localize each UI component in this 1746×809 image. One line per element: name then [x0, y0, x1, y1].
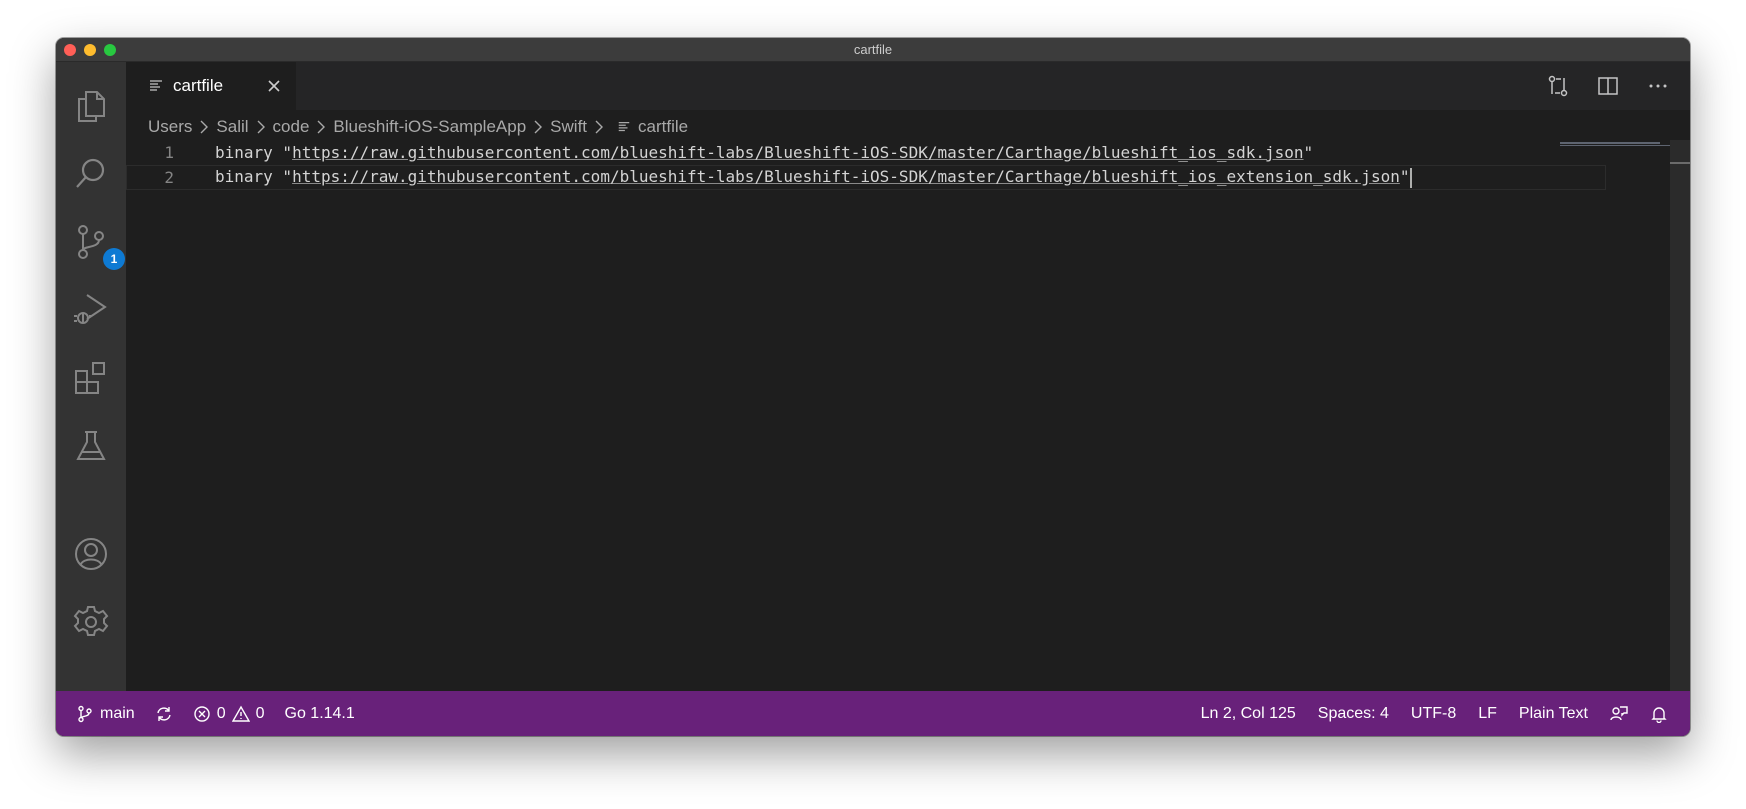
code-editor[interactable]: 1 binary "https://raw.githubusercontent.… — [126, 140, 1690, 190]
close-icon[interactable] — [264, 76, 284, 96]
go-version-label: Go 1.14.1 — [284, 704, 355, 722]
end-of-line[interactable]: LF — [1478, 705, 1497, 723]
code-suffix: " — [1399, 167, 1410, 187]
line-content: binary "https://raw.githubusercontent.co… — [215, 143, 1313, 162]
language-mode[interactable]: Plain Text — [1519, 705, 1588, 723]
scrollbar-thumb[interactable] — [1670, 162, 1690, 164]
activity-bar: 1 — [56, 62, 126, 691]
vertical-scrollbar[interactable] — [1670, 140, 1690, 691]
chevron-right-icon — [315, 120, 327, 134]
notifications-bell-icon[interactable] — [1650, 705, 1668, 723]
testing-button[interactable] — [69, 424, 113, 468]
error-icon — [193, 705, 210, 722]
warning-count: 0 — [255, 704, 265, 722]
accounts-button[interactable] — [69, 532, 113, 576]
breadcrumb-item-salil[interactable]: Salil — [216, 117, 248, 137]
code-link[interactable]: https://raw.githubusercontent.com/bluesh… — [292, 143, 1303, 162]
line-number: 2 — [164, 168, 174, 187]
breadcrumb-item-users[interactable]: Users — [148, 117, 192, 137]
indentation[interactable]: Spaces: 4 — [1318, 705, 1389, 723]
minimap[interactable] — [1560, 142, 1670, 146]
compare-changes-icon[interactable] — [1546, 74, 1570, 98]
breadcrumb-item-file[interactable]: cartfile — [638, 117, 688, 137]
code-prefix: binary " — [215, 167, 293, 187]
tab-cartfile[interactable]: cartfile — [126, 62, 296, 110]
go-version[interactable]: Go 1.14.1 — [285, 705, 355, 723]
git-branch-icon — [78, 705, 92, 722]
title-bar: cartfile — [56, 38, 1690, 62]
breadcrumb-item-sampleapp[interactable]: Blueshift-iOS-SampleApp — [333, 117, 526, 137]
window-title: cartfile — [853, 42, 893, 57]
code-prefix: binary " — [215, 143, 293, 162]
more-actions-icon[interactable] — [1646, 74, 1670, 98]
breadcrumb-item-swift[interactable]: Swift — [550, 117, 587, 137]
tabs-bar: cartfile — [126, 62, 1690, 110]
minimap-line — [1560, 142, 1660, 144]
run-debug-button[interactable] — [69, 288, 113, 332]
warning-icon — [231, 705, 250, 722]
line-number: 1 — [164, 143, 174, 162]
source-control-badge: 1 — [103, 248, 125, 270]
encoding[interactable]: UTF-8 — [1411, 705, 1456, 723]
feedback-icon[interactable] — [1610, 705, 1628, 723]
sync-icon — [157, 706, 171, 721]
chevron-right-icon — [255, 120, 267, 134]
file-lines-icon — [150, 80, 162, 91]
branch-name: main — [100, 704, 135, 722]
settings-gear-icon — [73, 606, 109, 636]
status-bar: main 0 0 Go 1.14.1 Ln 2, Col 125 Spaces:… — [56, 691, 1690, 736]
accounts-icon — [75, 538, 107, 570]
run-debug-icon — [74, 294, 107, 324]
explorer-button[interactable] — [69, 84, 113, 128]
search-icon — [76, 158, 105, 188]
breadcrumb-item-code[interactable]: code — [273, 117, 310, 137]
text-cursor — [1410, 167, 1413, 188]
file-lines-icon — [617, 120, 631, 134]
problems-indicator[interactable]: 0 0 — [193, 705, 265, 723]
cursor-position[interactable]: Ln 2, Col 125 — [1201, 705, 1296, 723]
editor-actions — [1546, 74, 1670, 98]
chevron-right-icon — [198, 120, 210, 134]
code-link[interactable]: https://raw.githubusercontent.com/bluesh… — [292, 167, 1400, 186]
source-control-button[interactable]: 1 — [69, 220, 125, 270]
sync-button[interactable] — [155, 705, 173, 723]
error-count: 0 — [216, 704, 226, 722]
app-window: cartfile 1 cartfile Users Salil code Blu… — [56, 38, 1690, 736]
extensions-button[interactable] — [69, 356, 113, 400]
code-suffix: " — [1303, 143, 1314, 162]
chevron-right-icon — [532, 120, 544, 134]
branch-indicator[interactable]: main — [76, 705, 135, 723]
files-icon — [78, 91, 105, 122]
search-button[interactable] — [69, 152, 113, 196]
manage-button[interactable] — [69, 600, 113, 644]
breadcrumb: Users Salil code Blueshift-iOS-SampleApp… — [148, 114, 688, 140]
extensions-icon — [75, 362, 105, 394]
tab-label: cartfile — [173, 76, 224, 95]
minimap-line — [1560, 144, 1670, 146]
code-line[interactable]: 1 binary "https://raw.githubusercontent.… — [126, 140, 1690, 165]
testing-icon — [76, 431, 106, 460]
split-editor-icon[interactable] — [1596, 74, 1620, 98]
code-line-current[interactable]: 2 binary "https://raw.githubusercontent.… — [126, 165, 1606, 190]
line-content: binary "https://raw.githubusercontent.co… — [215, 167, 1413, 188]
chevron-right-icon — [593, 120, 605, 134]
